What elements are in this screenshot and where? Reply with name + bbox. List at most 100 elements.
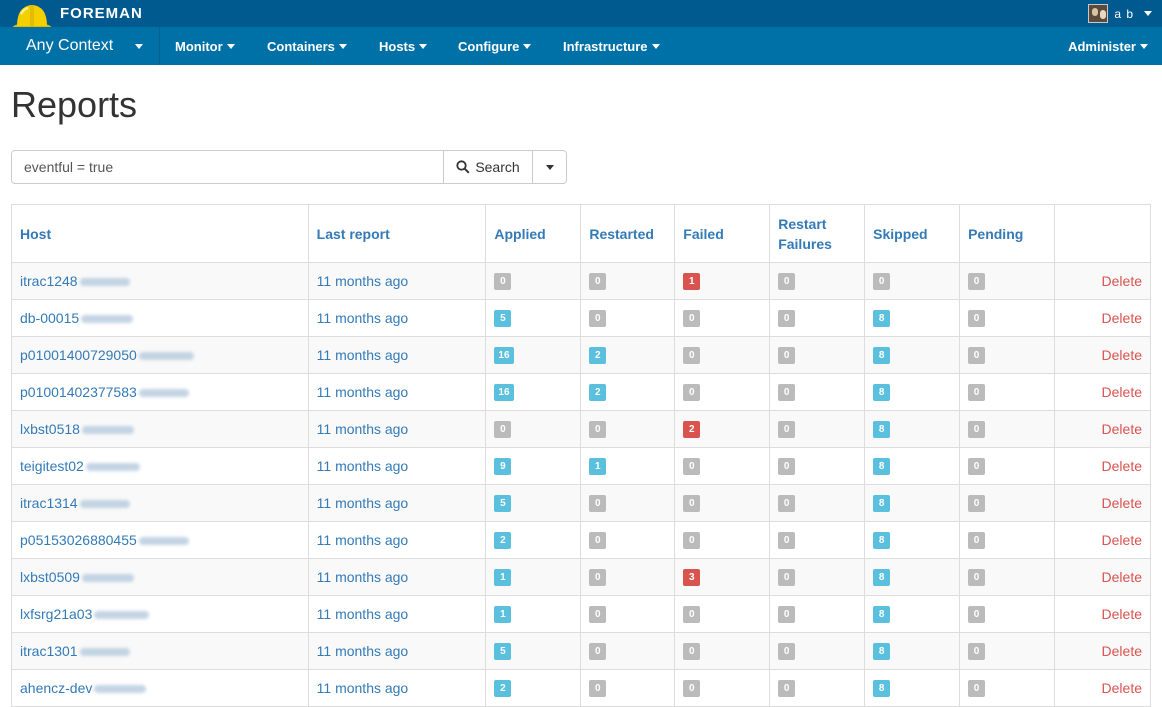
cell-pending: 0	[959, 521, 1056, 559]
applied-badge: 0	[494, 272, 512, 290]
search-input[interactable]	[11, 150, 444, 184]
cell-failed: 0	[674, 484, 771, 522]
cell-actions: Delete	[1054, 262, 1151, 300]
last-report-link[interactable]: 11 months ago	[317, 458, 409, 474]
redacted-domain	[85, 463, 140, 472]
chevron-down-icon	[419, 43, 428, 49]
col-applied[interactable]: Applied	[485, 204, 582, 263]
cell-applied: 2	[485, 521, 582, 559]
restart-failures-badge: 0	[778, 272, 796, 290]
host-link[interactable]: itrac1301	[20, 643, 78, 659]
col-restarted[interactable]: Restarted	[580, 204, 676, 263]
delete-link[interactable]: Delete	[1102, 421, 1142, 437]
col-actions	[1054, 204, 1151, 263]
cell-pending: 0	[959, 632, 1056, 670]
host-link[interactable]: db-00015	[20, 310, 79, 326]
context-selector[interactable]: Any Context	[0, 27, 160, 65]
last-report-link[interactable]: 11 months ago	[317, 606, 409, 622]
applied-badge: 5	[494, 642, 512, 660]
last-report-link[interactable]: 11 months ago	[317, 273, 409, 289]
cell-host: p05153026880455	[11, 521, 309, 559]
delete-link[interactable]: Delete	[1102, 569, 1142, 585]
failed-badge: 0	[683, 494, 701, 512]
col-last-report[interactable]: Last report	[307, 204, 487, 263]
redacted-domain	[94, 685, 147, 694]
search-button[interactable]: Search	[444, 150, 533, 184]
nav-configure[interactable]: Configure	[458, 27, 532, 65]
table-row: itrac1301 11 months ago 5 0 0 0 8 0 Delete	[11, 632, 1151, 670]
host-link[interactable]: p05153026880455	[20, 532, 137, 548]
cell-last-report: 11 months ago	[307, 558, 487, 596]
host-link[interactable]: ahencz-dev	[20, 680, 92, 696]
delete-link[interactable]: Delete	[1102, 347, 1142, 363]
cell-restarted: 2	[580, 373, 676, 411]
host-link[interactable]: lxbst0509	[20, 569, 80, 585]
cell-pending: 0	[959, 336, 1056, 374]
cell-restart-failures: 0	[769, 299, 866, 337]
col-host[interactable]: Host	[11, 204, 309, 263]
table-row: lxbst0518 11 months ago 0 0 2 0 8 0 Delete	[11, 410, 1151, 448]
redacted-domain	[79, 278, 130, 287]
host-link[interactable]: itrac1248	[20, 273, 78, 289]
host-link[interactable]: p01001400729050	[20, 347, 137, 363]
last-report-link[interactable]: 11 months ago	[317, 384, 409, 400]
col-skipped[interactable]: Skipped	[864, 204, 961, 263]
cell-skipped: 8	[864, 521, 961, 559]
cell-restarted: 0	[580, 558, 676, 596]
chevron-down-icon	[1140, 43, 1148, 49]
delete-link[interactable]: Delete	[1102, 458, 1142, 474]
cell-host: itrac1248	[11, 262, 309, 300]
delete-link[interactable]: Delete	[1102, 384, 1142, 400]
col-restart-failures[interactable]: Restart Failures	[769, 204, 866, 263]
nav-containers[interactable]: Containers	[267, 27, 347, 65]
host-link[interactable]: lxbst0518	[20, 421, 80, 437]
delete-link[interactable]: Delete	[1102, 532, 1142, 548]
nav-administer[interactable]: Administer	[1068, 27, 1148, 65]
cell-failed: 0	[674, 521, 771, 559]
applied-badge: 16	[494, 346, 514, 364]
failed-badge: 0	[683, 605, 701, 623]
page-title: Reports	[11, 84, 138, 125]
cell-host: teigitest02	[11, 447, 309, 485]
last-report-link[interactable]: 11 months ago	[317, 310, 409, 326]
user-menu[interactable]: a b	[1088, 4, 1152, 23]
failed-badge: 0	[683, 679, 701, 697]
table-row: itrac1248 11 months ago 0 0 1 0 0 0 Delete	[11, 262, 1151, 300]
last-report-link[interactable]: 11 months ago	[317, 680, 409, 696]
cell-failed: 3	[674, 558, 771, 596]
delete-link[interactable]: Delete	[1102, 680, 1142, 696]
col-failed[interactable]: Failed	[674, 204, 771, 263]
cell-failed: 0	[674, 299, 771, 337]
nav-hosts[interactable]: Hosts	[379, 27, 428, 65]
last-report-link[interactable]: 11 months ago	[317, 495, 409, 511]
nav-monitor[interactable]: Monitor	[175, 27, 235, 65]
host-link[interactable]: teigitest02	[20, 458, 84, 474]
delete-link[interactable]: Delete	[1102, 606, 1142, 622]
nav-infrastructure[interactable]: Infrastructure	[563, 27, 660, 65]
delete-link[interactable]: Delete	[1102, 495, 1142, 511]
last-report-link[interactable]: 11 months ago	[317, 347, 409, 363]
cell-skipped: 8	[864, 410, 961, 448]
col-pending[interactable]: Pending	[959, 204, 1056, 263]
search-bookmarks-dropdown[interactable]	[533, 150, 567, 184]
nav-monitor-label: Monitor	[175, 38, 223, 54]
chevron-down-icon	[1144, 11, 1152, 16]
delete-link[interactable]: Delete	[1102, 643, 1142, 659]
last-report-link[interactable]: 11 months ago	[317, 421, 409, 437]
cell-actions: Delete	[1054, 373, 1151, 411]
last-report-link[interactable]: 11 months ago	[317, 532, 409, 548]
last-report-link[interactable]: 11 months ago	[317, 569, 409, 585]
host-link[interactable]: lxfsrg21a03	[20, 606, 92, 622]
chevron-down-icon	[523, 43, 532, 49]
host-link[interactable]: itrac1314	[20, 495, 78, 511]
host-link[interactable]: p01001402377583	[20, 384, 137, 400]
cell-failed: 1	[674, 262, 771, 300]
delete-link[interactable]: Delete	[1102, 273, 1142, 289]
restarted-badge: 0	[589, 420, 607, 438]
cell-skipped: 8	[864, 632, 961, 670]
delete-link[interactable]: Delete	[1102, 310, 1142, 326]
avatar	[1088, 4, 1109, 23]
last-report-link[interactable]: 11 months ago	[317, 643, 409, 659]
user-name: a b	[1114, 6, 1134, 21]
failed-badge: 2	[683, 420, 701, 438]
